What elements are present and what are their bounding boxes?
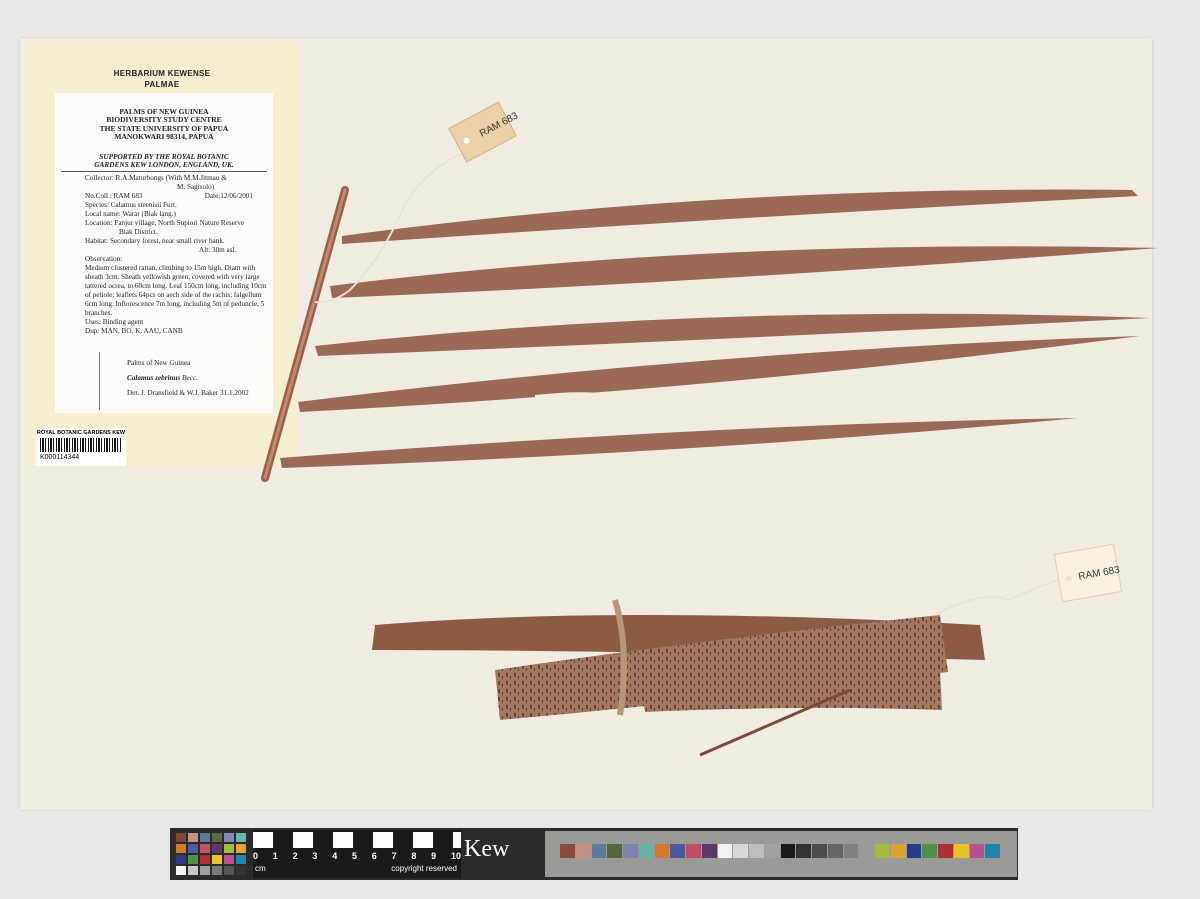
color-checker	[172, 830, 250, 878]
ruler-number: 6	[371, 851, 377, 861]
leaflet	[330, 246, 1158, 298]
ruler-number: 4	[332, 851, 338, 861]
ruler-number: 10	[450, 851, 461, 861]
ruler-numbers: 0 1 2 3 4 5 6 7 8 9 10	[253, 851, 461, 861]
tag-string	[934, 577, 1066, 616]
specimen-tag: RAM 683	[448, 101, 520, 163]
color-patches	[560, 844, 1000, 858]
ruler-number: 2	[292, 851, 298, 861]
ruler-number: 1	[272, 851, 278, 861]
ruler-unit: cm	[255, 864, 266, 873]
ruler-copyright: copyright reserved	[391, 864, 457, 873]
kew-logo: Kew	[464, 836, 510, 862]
ruler-number: 9	[431, 851, 437, 861]
leaflet	[280, 418, 1078, 468]
ruler-number: 0	[253, 851, 259, 861]
ruler-number: 8	[411, 851, 417, 861]
ruler-number: 3	[312, 851, 318, 861]
specimen-illustration: RAM 683 RAM 683	[261, 101, 1158, 757]
specimen-tag: RAM 683	[1053, 543, 1123, 603]
cm-ruler: 0 1 2 3 4 5 6 7 8 9 10 cm copyright rese…	[253, 830, 461, 878]
ruler-scale	[253, 832, 461, 848]
ruler-number: 5	[351, 851, 357, 861]
leaflet	[342, 189, 1138, 244]
ruler-number: 7	[391, 851, 397, 861]
